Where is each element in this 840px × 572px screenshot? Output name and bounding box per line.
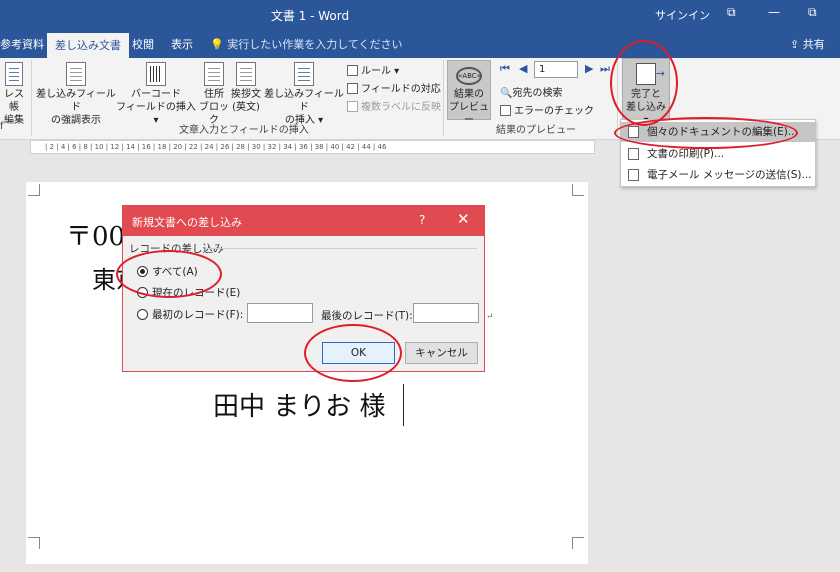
ruler-ticks: | 2 | 4 | 6 | 8 | 10 | 12 | 14 | 16 | 18… xyxy=(45,143,387,151)
tell-me-text: 実行したい作業を入力してください xyxy=(227,38,403,51)
highlight-fields-button[interactable]: 差し込みフィールド の強調表示 xyxy=(36,62,116,127)
greeting-line-icon xyxy=(236,62,256,86)
group-label-write-insert: 文章入力とフィールドの挿入 xyxy=(179,125,309,136)
annotation-circle-edit-docs xyxy=(614,117,798,149)
highlight-label-2: の強調表示 xyxy=(51,115,101,126)
barcode-icon xyxy=(146,62,166,86)
preview-icon: «ABC» xyxy=(456,67,482,85)
record-number-input[interactable]: 1 xyxy=(534,61,578,78)
address-book-label-2: 編集 xyxy=(4,115,24,126)
lightbulb-icon: 💡 xyxy=(210,38,224,51)
insert-merge-field-button[interactable]: 差し込みフィールド の挿入 ▾ xyxy=(264,62,344,127)
annotation-circle-ok xyxy=(304,324,402,382)
margin-corner xyxy=(572,184,584,196)
email-icon xyxy=(628,169,639,181)
sign-in-link[interactable]: サインイン xyxy=(655,7,710,23)
to-record-input[interactable] xyxy=(413,303,479,323)
separator xyxy=(31,60,32,136)
check-errors-label: エラーのチェック xyxy=(514,106,594,117)
greeting-label-2: (英文) xyxy=(232,102,260,113)
separator xyxy=(443,60,444,136)
check-errors-button[interactable]: エラーのチェック xyxy=(500,102,594,117)
horizontal-ruler[interactable]: | 2 | 4 | 6 | 8 | 10 | 12 | 14 | 16 | 18… xyxy=(30,140,595,154)
update-labels-label: 複数ラベルに反映 xyxy=(361,102,441,113)
highlight-label-1: 差し込みフィールド xyxy=(36,89,116,113)
barcode-label-1: バーコード xyxy=(131,89,181,100)
radio-record-range[interactable]: 最初のレコード(F): xyxy=(137,307,243,322)
greeting-label-1: 挨拶文 xyxy=(231,89,261,100)
paragraph-mark: ↵ xyxy=(486,312,494,322)
previous-record-icon[interactable]: ◀ xyxy=(519,62,527,75)
address-block-button[interactable]: 住所 ブロック xyxy=(198,62,230,127)
update-labels-button[interactable]: 複数ラベルに反映 xyxy=(347,98,441,113)
rules-label: ルール ▾ xyxy=(361,66,400,77)
share-label: 共有 xyxy=(802,38,825,51)
find-recipient-button[interactable]: 🔍宛先の検索 xyxy=(500,84,562,99)
highlight-fields-icon xyxy=(66,62,86,86)
address-book-label-1: レス帳 xyxy=(4,89,24,113)
rules-button[interactable]: ルール ▾ xyxy=(347,62,399,77)
rules-icon xyxy=(347,65,358,76)
insert-field-icon xyxy=(294,62,314,86)
title-bar: 文書 1 - Word サインイン ⧉ — ⧉ xyxy=(0,0,840,30)
check-errors-icon xyxy=(500,105,511,116)
update-labels-icon xyxy=(347,101,358,112)
match-fields-label: フィールドの対応 xyxy=(361,84,441,95)
ribbon-display-icon[interactable]: ⧉ xyxy=(727,5,736,20)
window-title: 文書 1 - Word xyxy=(270,9,350,23)
margin-corner xyxy=(28,184,40,196)
address-block-label-1: 住所 xyxy=(204,89,224,100)
group-divider xyxy=(205,248,477,249)
preview-label-2: プレビュー xyxy=(449,102,489,126)
from-record-label: 最初のレコード(F): xyxy=(152,309,244,321)
first-record-icon[interactable]: ⏮ xyxy=(500,62,510,76)
dialog-title: 新規文書への差し込み xyxy=(132,216,242,229)
last-record-icon[interactable]: ⏭ xyxy=(600,62,610,76)
close-icon[interactable]: ✕ xyxy=(457,210,470,228)
minimize-icon[interactable]: — xyxy=(768,5,780,19)
menu-item-send-email[interactable]: 電子メール メッセージの送信(S)... xyxy=(621,165,815,185)
send-email-label: 電子メール メッセージの送信(S)... xyxy=(647,169,812,181)
next-record-icon[interactable]: ▶ xyxy=(585,62,593,75)
margin-corner xyxy=(28,537,40,549)
annotation-circle-all xyxy=(116,250,222,298)
preview-results-button[interactable]: «ABC» 結果の プレビュー xyxy=(447,60,491,126)
radio-range-indicator xyxy=(137,309,148,320)
dialog-title-bar: 新規文書への差し込み ? ✕ xyxy=(123,206,484,236)
help-icon[interactable]: ? xyxy=(419,213,425,227)
margin-corner xyxy=(572,537,584,549)
from-record-input[interactable] xyxy=(247,303,313,323)
annotation-circle-finish xyxy=(610,40,678,126)
share-button[interactable]: ⇪ 共有 xyxy=(790,36,825,52)
insert-field-label-1: 差し込みフィールド xyxy=(264,89,344,113)
search-icon: 🔍 xyxy=(500,88,513,99)
recipient-name-text: 田中 まりお 様 xyxy=(213,392,386,422)
group-edge-label: f xyxy=(0,121,4,132)
address-book-icon xyxy=(5,62,23,86)
group-label-preview: 結果のプレビュー xyxy=(496,125,576,136)
address-block-icon xyxy=(204,62,224,86)
preview-label-1: 結果の xyxy=(454,89,484,100)
maximize-icon[interactable]: ⧉ xyxy=(808,5,817,20)
text-cursor xyxy=(403,384,404,426)
barcode-field-button[interactable]: バーコード フィールドの挿入 ▾ xyxy=(113,62,199,127)
tab-references[interactable]: 参考資料 xyxy=(0,36,44,52)
tab-mailings[interactable]: 差し込み文書 xyxy=(47,33,129,58)
find-recipient-label: 宛先の検索 xyxy=(512,88,563,99)
print-documents-label: 文書の印刷(P)... xyxy=(647,148,725,160)
ribbon-tabs: 参考資料 差し込み文書 校閲 表示 💡 実行したい作業を入力してください ⇪ 共… xyxy=(0,30,840,58)
greeting-line-button[interactable]: 挨拶文 (英文) xyxy=(229,62,263,114)
match-fields-button[interactable]: フィールドの対応 xyxy=(347,80,441,95)
share-icon: ⇪ xyxy=(790,38,800,51)
cancel-button[interactable]: キャンセル xyxy=(405,342,478,364)
to-record-label: 最後のレコード(T): xyxy=(321,310,413,322)
tab-view[interactable]: 表示 xyxy=(171,36,193,52)
match-fields-icon xyxy=(347,83,358,94)
print-icon xyxy=(628,148,639,160)
tell-me-box[interactable]: 💡 実行したい作業を入力してください xyxy=(210,36,403,52)
edit-address-book-button[interactable]: レス帳 編集 xyxy=(0,62,28,127)
tab-review[interactable]: 校閲 xyxy=(132,36,154,52)
